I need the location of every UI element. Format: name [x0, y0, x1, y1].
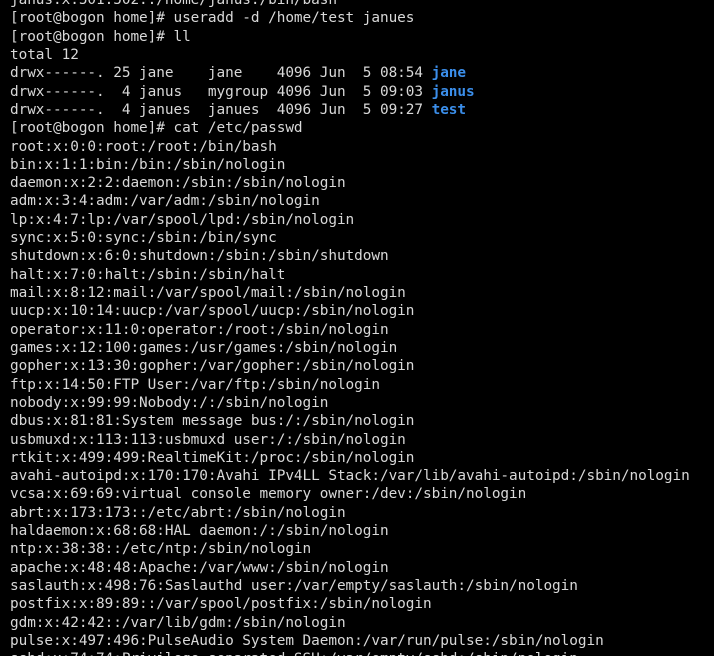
terminal-text: pulse:x:497:496:PulseAudio System Daemon… — [10, 632, 604, 649]
passwd-entry-halt: halt:x:7:0:halt:/sbin:/sbin/halt — [10, 266, 714, 284]
terminal-text: avahi-autoipd:x:170:170:Avahi IPv4LL Sta… — [10, 468, 690, 485]
passwd-entry-haldaemon: haldaemon:x:68:68:HAL daemon:/:/sbin/nol… — [10, 522, 714, 540]
ll-row-test: drwx------. 4 janues janues 4096 Jun 5 0… — [10, 101, 714, 119]
terminal-text: janus:x:501:502::/home/janus:/bin/bash — [10, 0, 337, 8]
terminal-text: gopher:x:13:30:gopher:/var/gopher:/sbin/… — [10, 358, 415, 375]
passwd-entry-postfix: postfix:x:89:89::/var/spool/postfix:/sbi… — [10, 595, 714, 613]
passwd-entry-janus-partial: janus:x:501:502::/home/janus:/bin/bash — [10, 0, 714, 9]
terminal-text: bin:x:1:1:bin:/bin:/sbin/nologin — [10, 156, 286, 173]
command-ll: [root@bogon home]# ll — [10, 28, 714, 46]
terminal-text: drwx------. 25 jane jane 4096 Jun 5 08:5… — [10, 65, 432, 82]
terminal-text: nobody:x:99:99:Nobody:/:/sbin/nologin — [10, 394, 329, 411]
passwd-entry-bin: bin:x:1:1:bin:/bin:/sbin/nologin — [10, 156, 714, 174]
terminal-text: apache:x:48:48:Apache:/var/www:/sbin/nol… — [10, 559, 389, 576]
passwd-entry-vcsa: vcsa:x:69:69:virtual console memory owne… — [10, 485, 714, 503]
passwd-entry-dbus: dbus:x:81:81:System message bus:/:/sbin/… — [10, 412, 714, 430]
terminal-text: [root@bogon home]# cat /etc/passwd — [10, 120, 303, 137]
terminal-text: operator:x:11:0:operator:/root:/sbin/nol… — [10, 321, 389, 338]
terminal-text: [root@bogon home]# ll — [10, 28, 191, 45]
terminal-text: abrt:x:173:173::/etc/abrt:/sbin/nologin — [10, 504, 346, 521]
terminal-text: sshd:x:74:74:Privilege-separated SSH:/va… — [10, 651, 578, 656]
terminal-text: drwx------. 4 janues janues 4096 Jun 5 0… — [10, 101, 432, 118]
terminal-text: daemon:x:2:2:daemon:/sbin:/sbin/nologin — [10, 175, 346, 192]
passwd-entry-daemon: daemon:x:2:2:daemon:/sbin:/sbin/nologin — [10, 174, 714, 192]
terminal-text: games:x:12:100:games:/usr/games:/sbin/no… — [10, 339, 398, 356]
terminal-text: usbmuxd:x:113:113:usbmuxd user:/:/sbin/n… — [10, 431, 406, 448]
passwd-entry-saslauth: saslauth:x:498:76:Saslauthd user:/var/em… — [10, 577, 714, 595]
terminal-text: haldaemon:x:68:68:HAL daemon:/:/sbin/nol… — [10, 523, 389, 540]
terminal-text: halt:x:7:0:halt:/sbin:/sbin/halt — [10, 266, 286, 283]
terminal-text: drwx------. 4 janus mygroup 4096 Jun 5 0… — [10, 83, 432, 100]
passwd-entry-rtkit: rtkit:x:499:499:RealtimeKit:/proc:/sbin/… — [10, 449, 714, 467]
terminal-text: gdm:x:42:42::/var/lib/gdm:/sbin/nologin — [10, 614, 346, 631]
terminal-text: ftp:x:14:50:FTP User:/var/ftp:/sbin/nolo… — [10, 376, 380, 393]
passwd-entry-ntp: ntp:x:38:38::/etc/ntp:/sbin/nologin — [10, 540, 714, 558]
terminal-text: uucp:x:10:14:uucp:/var/spool/uucp:/sbin/… — [10, 303, 415, 320]
passwd-entry-nobody: nobody:x:99:99:Nobody:/:/sbin/nologin — [10, 394, 714, 412]
terminal-screen[interactable]: janus:x:501:502::/home/janus:/bin/bash[r… — [10, 0, 714, 656]
terminal-text: mail:x:8:12:mail:/var/spool/mail:/sbin/n… — [10, 285, 406, 301]
terminal-text: postfix:x:89:89::/var/spool/postfix:/sbi… — [10, 596, 432, 613]
directory-name: test — [431, 101, 467, 118]
directory-name: janus — [431, 83, 475, 100]
command-useradd: [root@bogon home]# useradd -d /home/test… — [10, 9, 714, 27]
passwd-entry-pulse: pulse:x:497:496:PulseAudio System Daemon… — [10, 632, 714, 650]
command-cat-passwd: [root@bogon home]# cat /etc/passwd — [10, 119, 714, 137]
terminal-text: vcsa:x:69:69:virtual console memory owne… — [10, 486, 527, 503]
passwd-entry-shutdown: shutdown:x:6:0:shutdown:/sbin:/sbin/shut… — [10, 247, 714, 265]
passwd-entry-gdm: gdm:x:42:42::/var/lib/gdm:/sbin/nologin — [10, 614, 714, 632]
passwd-entry-usbmuxd: usbmuxd:x:113:113:usbmuxd user:/:/sbin/n… — [10, 431, 714, 449]
ll-total: total 12 — [10, 46, 714, 64]
passwd-entry-sync: sync:x:5:0:sync:/sbin:/bin/sync — [10, 229, 714, 247]
terminal-text: adm:x:3:4:adm:/var/adm:/sbin/nologin — [10, 193, 320, 210]
terminal-text: root:x:0:0:root:/root:/bin/bash — [10, 138, 277, 155]
passwd-entry-abrt: abrt:x:173:173::/etc/abrt:/sbin/nologin — [10, 504, 714, 522]
passwd-entry-mail: mail:x:8:12:mail:/var/spool/mail:/sbin/n… — [10, 284, 714, 302]
ll-row-janus: drwx------. 4 janus mygroup 4096 Jun 5 0… — [10, 83, 714, 101]
terminal-text: rtkit:x:499:499:RealtimeKit:/proc:/sbin/… — [10, 449, 415, 466]
terminal-text: total 12 — [10, 46, 79, 63]
passwd-entry-gopher: gopher:x:13:30:gopher:/var/gopher:/sbin/… — [10, 357, 714, 375]
passwd-entry-sshd: sshd:x:74:74:Privilege-separated SSH:/va… — [10, 650, 714, 656]
passwd-entry-ftp: ftp:x:14:50:FTP User:/var/ftp:/sbin/nolo… — [10, 376, 714, 394]
terminal-text: sync:x:5:0:sync:/sbin:/bin/sync — [10, 230, 277, 247]
passwd-entry-uucp: uucp:x:10:14:uucp:/var/spool/uucp:/sbin/… — [10, 302, 714, 320]
directory-name: jane — [431, 65, 467, 82]
passwd-entry-operator: operator:x:11:0:operator:/root:/sbin/nol… — [10, 321, 714, 339]
terminal-text: [root@bogon home]# useradd -d /home/test… — [10, 10, 415, 27]
passwd-entry-adm: adm:x:3:4:adm:/var/adm:/sbin/nologin — [10, 192, 714, 210]
ll-row-jane: drwx------. 25 jane jane 4096 Jun 5 08:5… — [10, 64, 714, 82]
terminal-text: lp:x:4:7:lp:/var/spool/lpd:/sbin/nologin — [10, 211, 355, 228]
terminal-window[interactable]: janus:x:501:502::/home/janus:/bin/bash[r… — [0, 0, 714, 656]
terminal-text: dbus:x:81:81:System message bus:/:/sbin/… — [10, 413, 415, 430]
passwd-entry-games: games:x:12:100:games:/usr/games:/sbin/no… — [10, 339, 714, 357]
passwd-entry-apache: apache:x:48:48:Apache:/var/www:/sbin/nol… — [10, 559, 714, 577]
terminal-text: saslauth:x:498:76:Saslauthd user:/var/em… — [10, 578, 578, 594]
passwd-entry-avahi-autoipd: avahi-autoipd:x:170:170:Avahi IPv4LL Sta… — [10, 467, 714, 485]
terminal-text: shutdown:x:6:0:shutdown:/sbin:/sbin/shut… — [10, 248, 389, 265]
passwd-entry-lp: lp:x:4:7:lp:/var/spool/lpd:/sbin/nologin — [10, 211, 714, 229]
passwd-entry-root: root:x:0:0:root:/root:/bin/bash — [10, 138, 714, 156]
terminal-text: ntp:x:38:38::/etc/ntp:/sbin/nologin — [10, 541, 312, 558]
